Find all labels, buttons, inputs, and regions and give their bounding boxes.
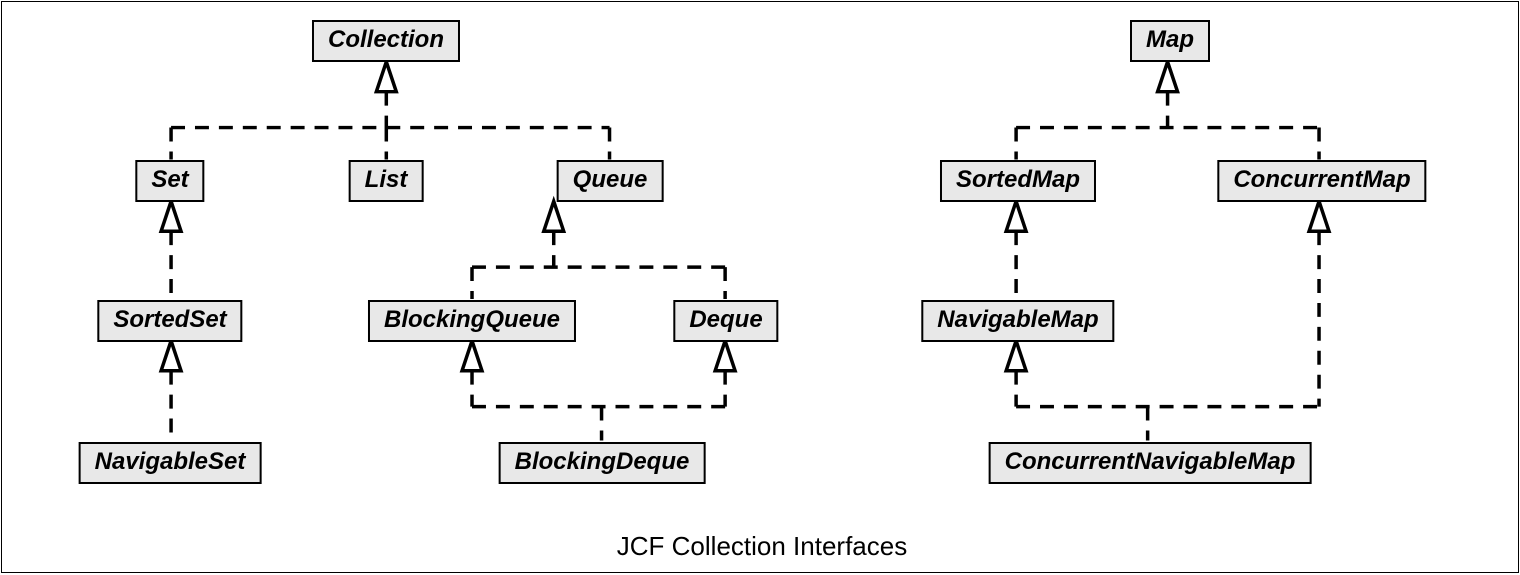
edges-layer — [2, 2, 1518, 572]
node-navigablemap: NavigableMap — [921, 300, 1114, 342]
node-map: Map — [1130, 20, 1210, 62]
arrowhead-set — [161, 201, 181, 231]
node-set: Set — [135, 160, 204, 202]
arrowhead-sortedset — [161, 341, 181, 371]
node-collection: Collection — [312, 20, 460, 62]
edge-map-children — [1016, 92, 1319, 160]
node-sortedset: SortedSet — [97, 300, 242, 342]
arrowhead-blockingqueue — [462, 341, 482, 371]
arrowhead-sortedmap — [1006, 201, 1026, 231]
arrowhead-concurrentmap — [1309, 201, 1329, 231]
diagram-frame: Collection Map Set List Queue SortedMap … — [1, 1, 1519, 573]
node-queue: Queue — [557, 160, 664, 202]
node-list: List — [349, 160, 424, 202]
diagram-caption: JCF Collection Interfaces — [617, 531, 907, 562]
arrowhead-queue — [544, 201, 564, 231]
edge-collection-children — [171, 92, 609, 160]
arrowhead-map — [1158, 62, 1178, 92]
arrowhead-deque — [715, 341, 735, 371]
arrowhead-collection — [376, 62, 396, 92]
node-concurrentnavigablemap: ConcurrentNavigableMap — [989, 442, 1312, 484]
node-concurrentmap: ConcurrentMap — [1217, 160, 1426, 202]
arrowhead-navigablemap — [1006, 341, 1026, 371]
node-sortedmap: SortedMap — [940, 160, 1096, 202]
node-blockingdeque: BlockingDeque — [499, 442, 706, 484]
node-blockingqueue: BlockingQueue — [368, 300, 576, 342]
edge-blockingdeque-parents — [472, 371, 725, 441]
node-navigableset: NavigableSet — [79, 442, 262, 484]
edge-queue-children — [472, 231, 725, 299]
node-deque: Deque — [673, 300, 778, 342]
